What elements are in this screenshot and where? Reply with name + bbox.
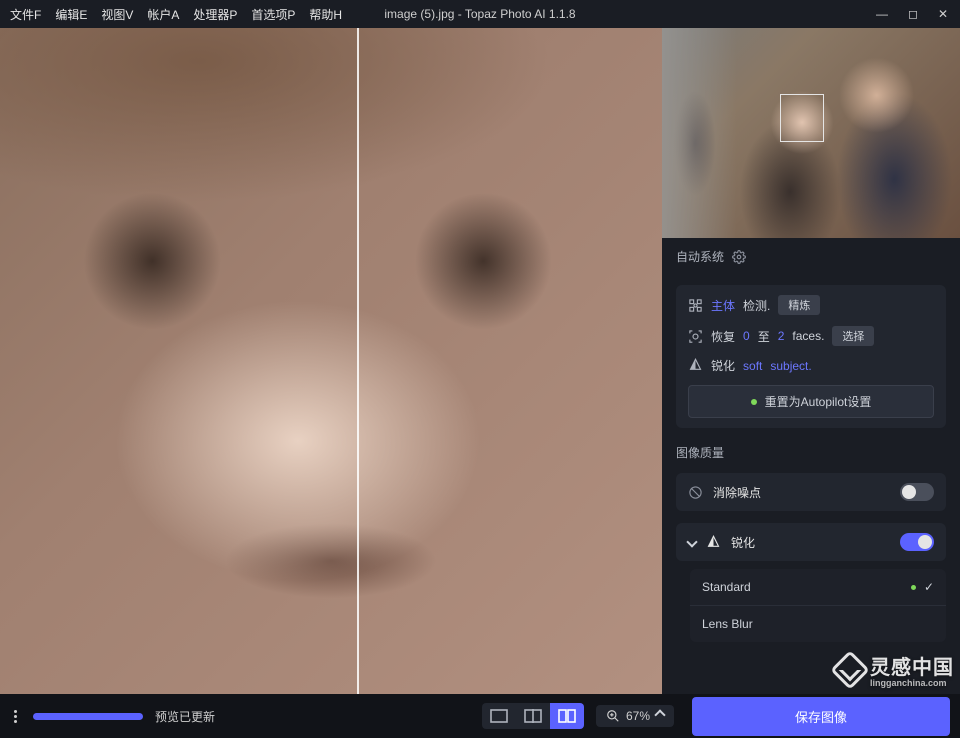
chevron-up-icon bbox=[654, 709, 665, 720]
check-icon: ✓ bbox=[924, 580, 934, 594]
compare-divider[interactable] bbox=[357, 28, 359, 694]
preview-area[interactable] bbox=[0, 28, 662, 694]
autopilot-card: 主体 检测. 精炼 恢复 0 至 2 faces. 选择 锐化 soft bbox=[676, 285, 946, 428]
sharpen-option-lensblur[interactable]: Lens Blur bbox=[690, 606, 946, 642]
status-text: 预览已更新 bbox=[155, 708, 215, 725]
maximize-icon[interactable]: ◻ bbox=[908, 7, 918, 21]
menu-processor[interactable]: 处理器P bbox=[191, 4, 239, 25]
zoom-control[interactable]: 67% bbox=[596, 705, 674, 727]
select-faces-button[interactable]: 选择 bbox=[832, 326, 874, 346]
title-bar: 文件F 编辑E 视图V 帐户A 处理器P 首选项P 帮助H image (5).… bbox=[0, 0, 960, 28]
view-mode-group bbox=[482, 703, 584, 729]
menu-preferences[interactable]: 首选项P bbox=[249, 4, 297, 25]
menu-file[interactable]: 文件F bbox=[8, 4, 43, 25]
sharpen-option-standard[interactable]: Standard ✓ bbox=[690, 569, 946, 606]
face-icon bbox=[688, 329, 703, 344]
option-label: Standard bbox=[702, 580, 751, 594]
navigator-thumbnail[interactable] bbox=[662, 28, 960, 238]
view-split-button[interactable] bbox=[516, 703, 550, 729]
minimize-icon[interactable]: — bbox=[876, 7, 888, 21]
save-image-button[interactable]: 保存图像 bbox=[692, 697, 950, 736]
reset-autopilot-button[interactable]: 重置为Autopilot设置 bbox=[688, 385, 934, 418]
autopilot-section: 自动系统 bbox=[662, 238, 960, 277]
menu-view[interactable]: 视图V bbox=[99, 4, 135, 25]
subject-label: 主体 bbox=[711, 297, 735, 314]
progress-bar bbox=[33, 713, 143, 720]
denoise-toggle[interactable] bbox=[900, 483, 934, 501]
refine-subject-button[interactable]: 精炼 bbox=[778, 295, 820, 315]
status-dot-icon bbox=[751, 399, 757, 405]
sharpen-panel[interactable]: 锐化 bbox=[676, 523, 946, 561]
menu-help[interactable]: 帮助H bbox=[307, 4, 344, 25]
preview-image bbox=[0, 28, 662, 694]
subject-row: 主体 检测. 精炼 bbox=[688, 295, 934, 315]
zoom-value: 67% bbox=[626, 709, 650, 723]
recover-faces-row: 恢复 0 至 2 faces. 选择 bbox=[688, 326, 934, 346]
recover-text-a: 恢复 bbox=[711, 328, 735, 345]
recover-text-c: faces. bbox=[792, 329, 824, 343]
window-controls: — ◻ ✕ bbox=[876, 7, 952, 21]
denoise-label: 消除噪点 bbox=[713, 484, 761, 501]
recover-count-b: 2 bbox=[778, 329, 785, 343]
image-quality-header: 图像质量 bbox=[662, 436, 960, 467]
recover-count-a: 0 bbox=[743, 329, 750, 343]
option-label: Lens Blur bbox=[702, 617, 753, 631]
quality-header-label: 图像质量 bbox=[676, 444, 724, 461]
gear-icon[interactable] bbox=[732, 250, 746, 264]
view-side-button[interactable] bbox=[550, 703, 584, 729]
right-panel: 自动系统 主体 检测. 精炼 恢复 0 至 2 faces. bbox=[662, 28, 960, 694]
sharpen-info-row: 锐化 soft subject. bbox=[688, 357, 934, 374]
view-single-button[interactable] bbox=[482, 703, 516, 729]
sharpen-options: Standard ✓ Lens Blur bbox=[690, 569, 946, 642]
window-title: image (5).jpg - Topaz Photo AI 1.1.8 bbox=[384, 7, 575, 21]
denoise-panel[interactable]: 消除噪点 bbox=[676, 473, 946, 511]
sharpen-toggle[interactable] bbox=[900, 533, 934, 551]
menu-account[interactable]: 帐户A bbox=[145, 4, 181, 25]
face-detect-rect[interactable] bbox=[780, 94, 824, 142]
chevron-down-icon bbox=[686, 536, 697, 547]
sharpen-target: subject. bbox=[770, 359, 811, 373]
zoom-icon bbox=[606, 709, 620, 723]
recover-text-b: 至 bbox=[758, 328, 770, 345]
sharpen-mode: soft bbox=[743, 359, 762, 373]
reset-autopilot-label: 重置为Autopilot设置 bbox=[765, 393, 872, 410]
sharpen-label: 锐化 bbox=[731, 534, 755, 551]
denoise-icon bbox=[688, 485, 703, 500]
subject-icon bbox=[688, 298, 703, 313]
menu-edit[interactable]: 编辑E bbox=[53, 4, 89, 25]
sharpen-panel-icon bbox=[706, 535, 721, 550]
sharpen-icon bbox=[688, 358, 703, 373]
autopilot-header: 自动系统 bbox=[676, 248, 724, 265]
sharpen-prefix: 锐化 bbox=[711, 357, 735, 374]
close-icon[interactable]: ✕ bbox=[938, 7, 948, 21]
footer-bar: 预览已更新 67% 保存图像 bbox=[0, 694, 960, 738]
subject-suffix: 检测. bbox=[743, 297, 770, 314]
menu-bar: 文件F 编辑E 视图V 帐户A 处理器P 首选项P 帮助H bbox=[8, 4, 344, 25]
more-menu-icon[interactable] bbox=[10, 706, 21, 727]
active-dot-icon bbox=[911, 585, 916, 590]
